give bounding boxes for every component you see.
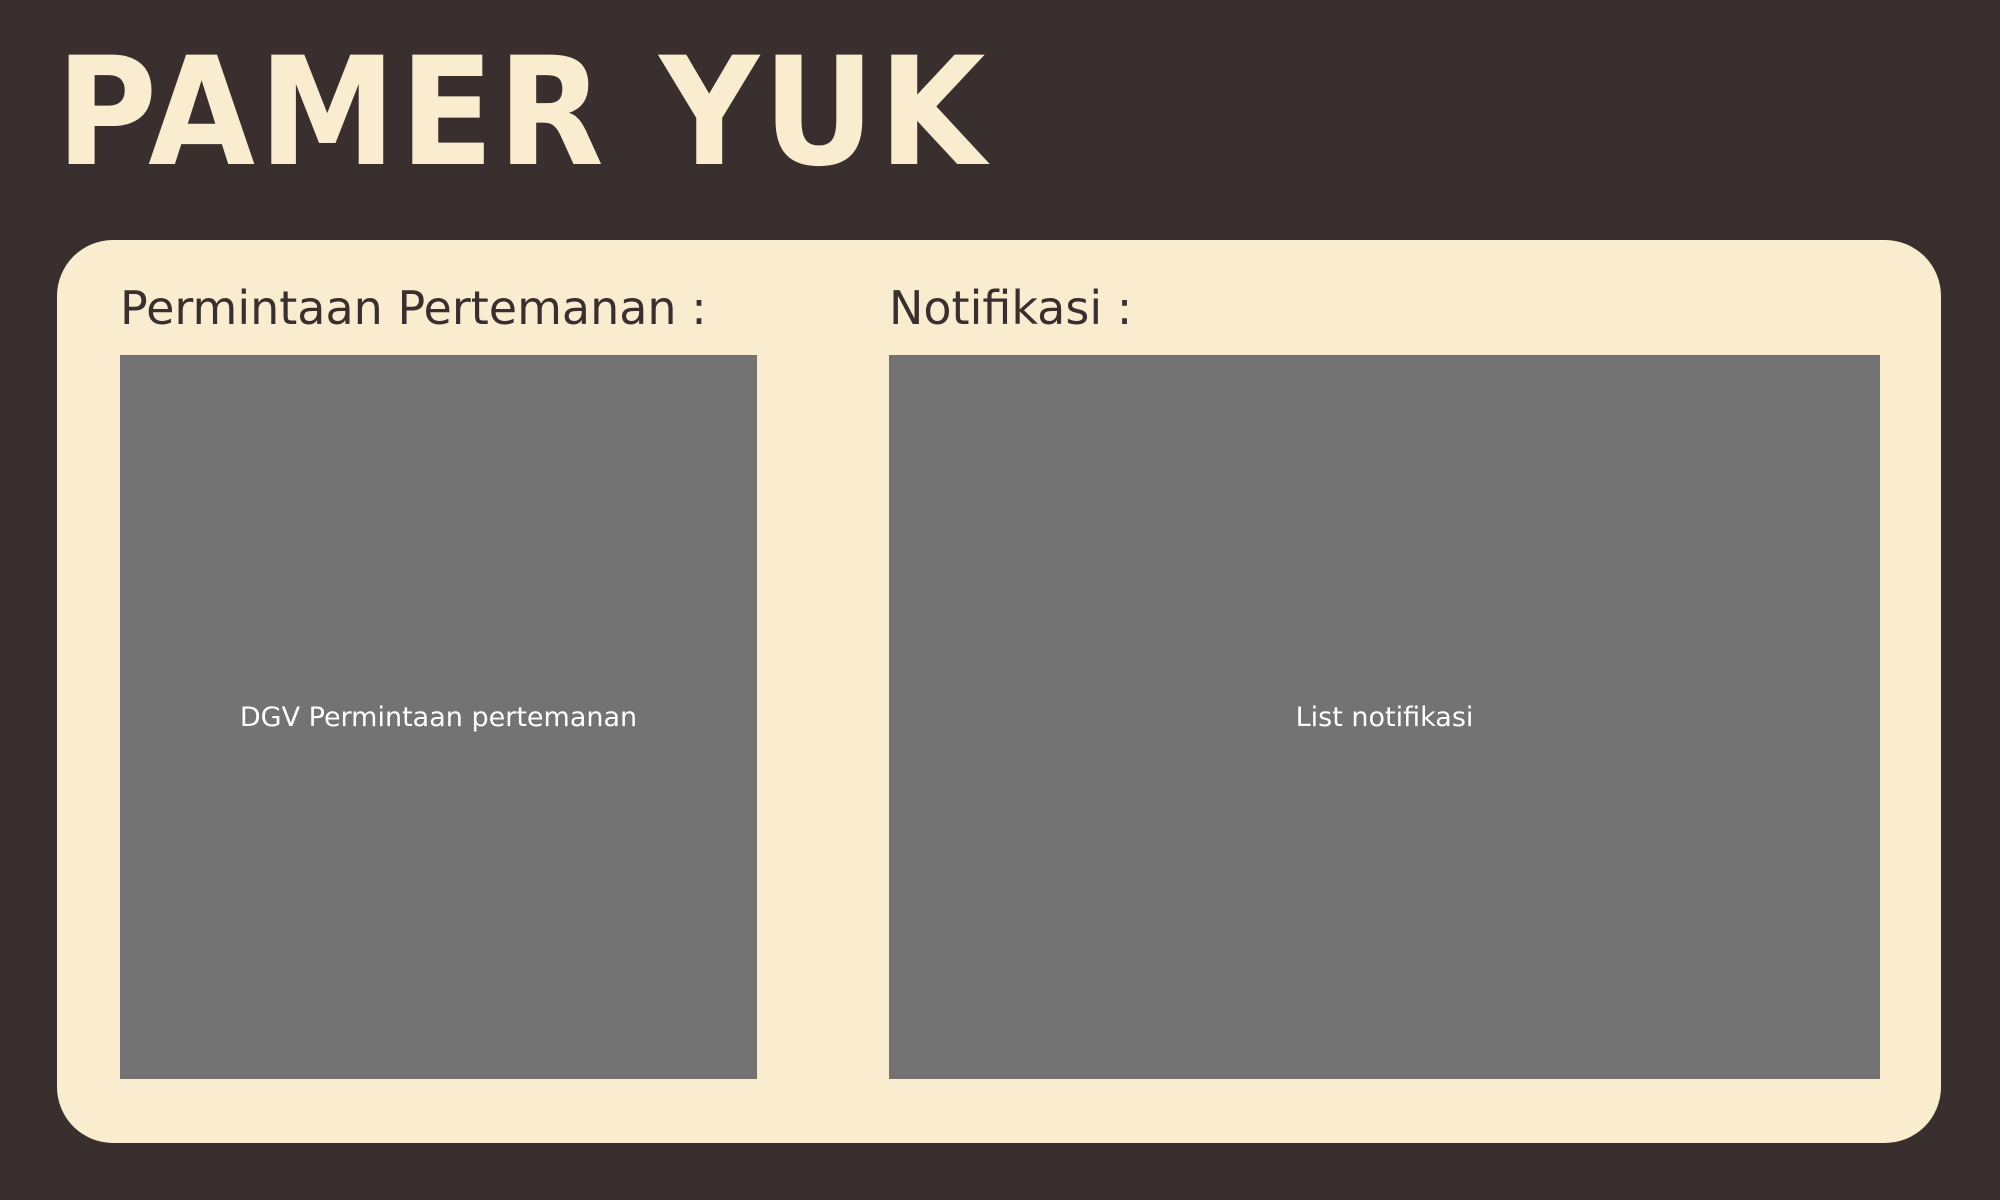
app-title: PAMER YUK (56, 26, 990, 200)
notifications-heading: Notifikasi : (889, 281, 1133, 335)
friend-requests-grid-label: DGV Permintaan pertemanan (239, 701, 638, 733)
friend-requests-grid[interactable]: DGV Permintaan pertemanan (120, 355, 757, 1079)
notifications-list[interactable]: List notifikasi (889, 355, 1880, 1079)
notifications-list-label: List notifikasi (1295, 701, 1474, 733)
friend-requests-heading: Permintaan Pertemanan : (120, 281, 707, 335)
main-panel: Permintaan Pertemanan : Notifikasi : DGV… (57, 240, 1941, 1143)
